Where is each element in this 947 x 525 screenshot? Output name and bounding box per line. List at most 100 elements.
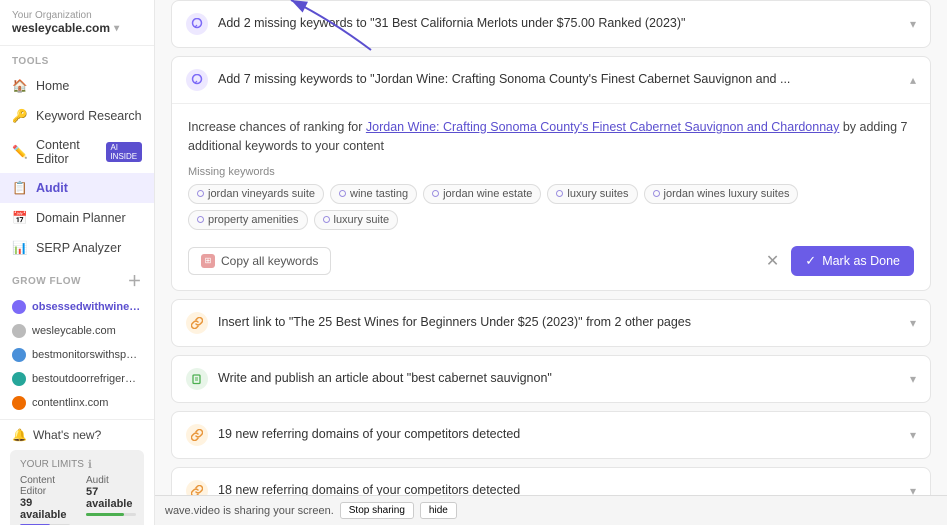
site-dot	[12, 324, 26, 338]
grow-flow-item-wesleycable[interactable]: wesleycable.com	[12, 319, 142, 343]
tools-label: TOOLS	[0, 46, 154, 71]
keyword-tag: luxury suites	[547, 184, 637, 204]
site-dot	[12, 372, 26, 386]
sidebar-item-label: Domain Planner	[36, 211, 126, 225]
limit-col-content: Content Editor 39 available	[20, 475, 70, 525]
chat-icon	[191, 18, 203, 30]
task-header-5[interactable]: 18 new referring domains of your competi…	[172, 468, 930, 496]
grow-flow-header: GROW FLOW ＋	[12, 271, 142, 291]
whats-new-button[interactable]: 🔔 What's new?	[0, 420, 154, 450]
task-title-3: Write and publish an article about "best…	[218, 370, 900, 388]
site-dot	[12, 396, 26, 410]
home-icon: 🏠	[12, 78, 28, 94]
kw-text: luxury suites	[567, 188, 628, 200]
serp-icon: 📊	[12, 240, 28, 256]
keyword-tag: jordan wines luxury suites	[644, 184, 799, 204]
task-title-0: Add 2 missing keywords to "31 Best Calif…	[218, 15, 900, 33]
keyword-tag: wine tasting	[330, 184, 417, 204]
task-description: Increase chances of ranking for Jordan W…	[188, 118, 914, 156]
copy-btn-label: Copy all keywords	[221, 254, 318, 268]
sidebar-item-audit[interactable]: 📋 Audit	[0, 173, 154, 203]
task-icon-1	[186, 69, 208, 91]
task-desc-prefix: Increase chances of ranking for	[188, 120, 366, 134]
kw-text: jordan wines luxury suites	[664, 188, 790, 200]
task-title-1: Add 7 missing keywords to "Jordan Wine: …	[218, 71, 900, 89]
keyword-tag: luxury suite	[314, 210, 399, 230]
sidebar-item-label: Audit	[36, 181, 68, 195]
chat-icon-2	[191, 74, 203, 86]
task-header-1[interactable]: Add 7 missing keywords to "Jordan Wine: …	[172, 57, 930, 103]
limits-title-text: YOUR LIMITS	[20, 459, 84, 470]
grow-flow-item-contentlinx[interactable]: contentlinx.com	[12, 391, 142, 415]
grow-flow-item-obsessedwithwine[interactable]: obsessedwithwine.com	[12, 295, 142, 319]
kw-dot	[197, 216, 204, 223]
task-title-4: 19 new referring domains of your competi…	[218, 426, 900, 444]
kw-dot	[432, 190, 439, 197]
kw-text: wine tasting	[350, 188, 408, 200]
limit-col-audit: Audit 57 available	[86, 475, 136, 525]
grow-flow-section: GROW FLOW ＋ obsessedwithwine.com wesleyc…	[0, 263, 154, 419]
sidebar-bottom: 🔔 What's new? YOUR LIMITS ℹ Content Edit…	[0, 419, 154, 525]
task-item-0: Add 2 missing keywords to "31 Best Calif…	[171, 0, 931, 48]
sidebar-item-home[interactable]: 🏠 Home	[0, 71, 154, 101]
org-info: Your Organization wesleycable.com ▾	[0, 0, 154, 46]
missing-kw-label: Missing keywords	[188, 166, 914, 178]
task-item-1: Add 7 missing keywords to "Jordan Wine: …	[171, 56, 931, 291]
keyword-tag: jordan wine estate	[423, 184, 541, 204]
sidebar-item-serp-analyzer[interactable]: 📊 SERP Analyzer	[0, 233, 154, 263]
ai-badge: AI INSIDE	[106, 142, 142, 162]
grow-flow-item-bestoutdoor[interactable]: bestoutdoorrefrigerator.com	[12, 367, 142, 391]
sidebar-item-content-editor[interactable]: ✏️ Content Editor AI INSIDE	[0, 131, 154, 173]
limit-label-content: Content Editor	[20, 475, 70, 497]
task-title-2: Insert link to "The 25 Best Wines for Be…	[218, 314, 900, 332]
limit-val-audit: 57 available	[86, 486, 136, 510]
link-icon-2	[191, 429, 203, 441]
sidebar-item-label: Content Editor	[36, 138, 96, 166]
copy-keywords-button[interactable]: ⊞ Copy all keywords	[188, 247, 331, 275]
info-icon: ℹ	[88, 458, 92, 471]
org-label: Your Organization	[12, 10, 142, 21]
link-icon-3	[191, 485, 203, 496]
org-name[interactable]: wesleycable.com ▾	[12, 21, 142, 35]
grow-flow-item-bestmonitors[interactable]: bestmonitorswithspeakers.com	[12, 343, 142, 367]
chevron-down-icon-4: ▾	[910, 428, 916, 442]
org-name-text: wesleycable.com	[12, 21, 110, 35]
copy-icon: ⊞	[201, 254, 215, 268]
bell-icon: 🔔	[12, 428, 27, 442]
limit-val-content: 39 available	[20, 497, 70, 521]
task-header-0[interactable]: Add 2 missing keywords to "31 Best Calif…	[172, 1, 930, 47]
stop-sharing-button[interactable]: Stop sharing	[340, 502, 414, 519]
task-item-2: Insert link to "The 25 Best Wines for Be…	[171, 299, 931, 347]
site-label: contentlinx.com	[32, 397, 108, 409]
keyword-tag: jordan vineyards suite	[188, 184, 324, 204]
whats-new-label: What's new?	[33, 428, 101, 442]
task-header-2[interactable]: Insert link to "The 25 Best Wines for Be…	[172, 300, 930, 346]
chevron-up-icon: ▴	[910, 73, 916, 87]
kw-tags: jordan vineyards suite wine tasting jordan…	[188, 184, 914, 230]
kw-text: luxury suite	[334, 214, 390, 226]
mark-done-button[interactable]: ✓ Mark as Done	[791, 246, 914, 276]
screen-share-bar: wave.video is sharing your screen. Stop …	[155, 495, 947, 525]
main-content: Add 2 missing keywords to "31 Best Calif…	[155, 0, 947, 525]
kw-text: jordan wine estate	[443, 188, 532, 200]
sidebar-item-keyword-research[interactable]: 🔑 Keyword Research	[0, 101, 154, 131]
task-header-4[interactable]: 19 new referring domains of your competi…	[172, 412, 930, 458]
site-dot	[12, 300, 26, 314]
kw-dot	[323, 216, 330, 223]
sidebar-item-label: SERP Analyzer	[36, 241, 121, 255]
task-item-4: 19 new referring domains of your competi…	[171, 411, 931, 459]
limits-cols: Content Editor 39 available Audit 57 ava…	[20, 475, 134, 525]
task-actions: ⊞ Copy all keywords ✕ ✓ Mark as Done	[188, 242, 914, 276]
add-icon[interactable]: ＋	[128, 271, 143, 291]
close-button[interactable]: ✕	[762, 247, 783, 275]
sidebar-item-domain-planner[interactable]: 📅 Domain Planner	[0, 203, 154, 233]
task-right-actions: ✕ ✓ Mark as Done	[762, 246, 914, 276]
hide-button[interactable]: hide	[420, 502, 457, 519]
kw-dot	[339, 190, 346, 197]
site-label: wesleycable.com	[32, 325, 116, 337]
task-item-5: 18 new referring domains of your competi…	[171, 467, 931, 496]
task-desc-link[interactable]: Jordan Wine: Crafting Sonoma County's Fi…	[366, 120, 840, 134]
task-header-3[interactable]: Write and publish an article about "best…	[172, 356, 930, 402]
limit-bar-audit	[86, 513, 136, 516]
task-item-3: Write and publish an article about "best…	[171, 355, 931, 403]
